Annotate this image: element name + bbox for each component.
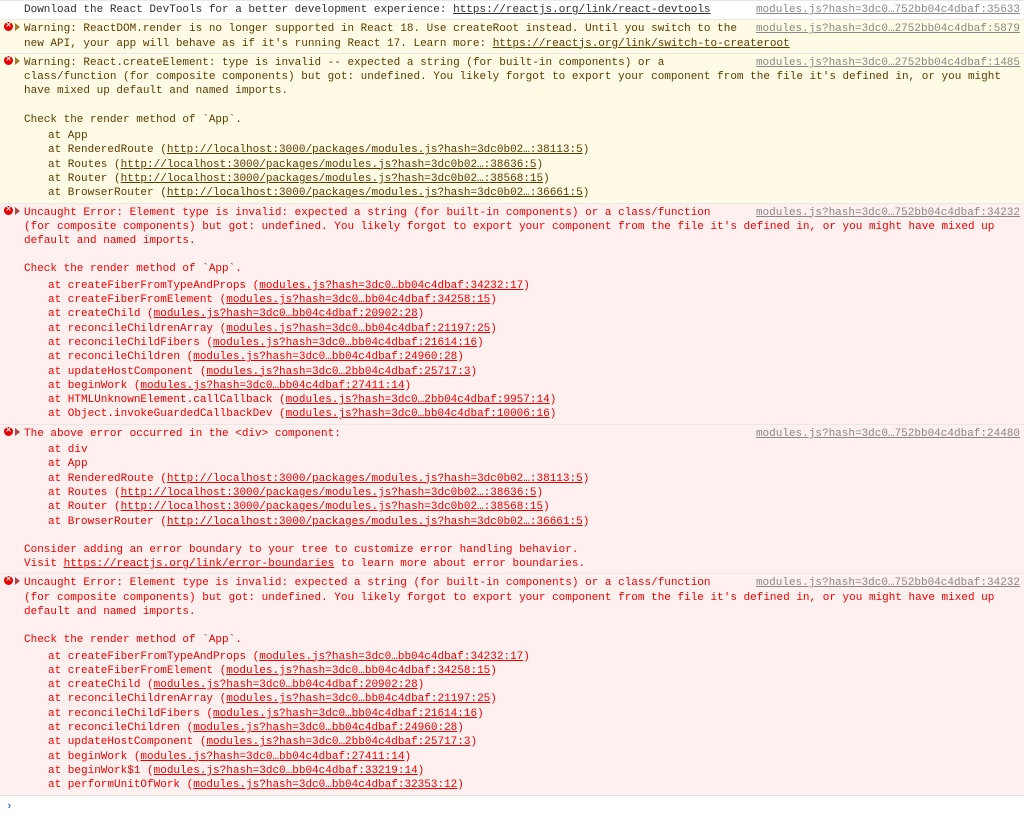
error-icon xyxy=(4,206,13,215)
stack-frame: at App xyxy=(48,129,1020,143)
stack-link[interactable]: modules.js?hash=3dc0…bb04c4dbaf:34232:17 xyxy=(259,651,523,663)
stack-frame: at createFiberFromElement (modules.js?ha… xyxy=(48,293,1020,307)
stack-link[interactable]: modules.js?hash=3dc0…bb04c4dbaf:21197:25 xyxy=(226,693,490,705)
disclosure-triangle-icon[interactable] xyxy=(15,57,20,65)
source-link[interactable]: modules.js?hash=3dc0…752bb04c4dbaf:35633 xyxy=(756,3,1020,17)
stack-link[interactable]: http://localhost:3000/packages/modules.j… xyxy=(121,173,543,185)
stack-frame: at Routes (http://localhost:3000/package… xyxy=(48,158,1020,172)
stack-trace: at divat Appat RenderedRoute (http://loc… xyxy=(24,443,1020,529)
stack-trace: at Appat RenderedRoute (http://localhost… xyxy=(24,129,1020,200)
source-link[interactable]: modules.js?hash=3dc0…752bb04c4dbaf:34232 xyxy=(756,206,1020,220)
stack-frame: at createFiberFromTypeAndProps (modules.… xyxy=(48,279,1020,293)
log-message-detail: Check the render method of `App`. xyxy=(24,633,1020,647)
stack-frame: at reconcileChildren (modules.js?hash=3d… xyxy=(48,721,1020,735)
disclosure-triangle-icon[interactable] xyxy=(15,23,20,31)
log-message-detail: Check the render method of `App`. xyxy=(24,262,1020,276)
stack-frame: at performUnitOfWork (modules.js?hash=3d… xyxy=(48,778,1020,792)
stack-frame: at RenderedRoute (http://localhost:3000/… xyxy=(48,143,1020,157)
source-link[interactable]: modules.js?hash=3dc0…752bb04c4dbaf:24480 xyxy=(756,427,1020,441)
console-prompt[interactable]: › xyxy=(0,795,1024,818)
stack-frame: at RenderedRoute (http://localhost:3000/… xyxy=(48,472,1020,486)
stack-link[interactable]: modules.js?hash=3dc0…bb04c4dbaf:24960:28 xyxy=(193,722,457,734)
stack-link[interactable]: modules.js?hash=3dc0…bb04c4dbaf:34258:15 xyxy=(226,665,490,677)
stack-frame: at reconcileChildFibers (modules.js?hash… xyxy=(48,336,1020,350)
stack-frame: at App xyxy=(48,457,1020,471)
disclosure-triangle-icon[interactable] xyxy=(15,428,20,436)
prompt-chevron-icon: › xyxy=(6,801,13,813)
stack-frame: at Router (http://localhost:3000/package… xyxy=(48,172,1020,186)
error-icon xyxy=(4,576,13,585)
stack-trace: at createFiberFromTypeAndProps (modules.… xyxy=(24,650,1020,793)
stack-frame: at BrowserRouter (http://localhost:3000/… xyxy=(48,186,1020,200)
console-row: modules.js?hash=3dc0…752bb04c4dbaf:34232… xyxy=(0,573,1024,794)
stack-frame: at beginWork (modules.js?hash=3dc0…bb04c… xyxy=(48,379,1020,393)
stack-frame: at beginWork$1 (modules.js?hash=3dc0…bb0… xyxy=(48,764,1020,778)
stack-link[interactable]: modules.js?hash=3dc0…bb04c4dbaf:34258:15 xyxy=(226,294,490,306)
stack-frame: at createFiberFromTypeAndProps (modules.… xyxy=(48,650,1020,664)
stack-link[interactable]: modules.js?hash=3dc0…bb04c4dbaf:21614:16 xyxy=(213,708,477,720)
log-message: Download the React DevTools for a better… xyxy=(24,4,711,16)
stack-link[interactable]: modules.js?hash=3dc0…bb04c4dbaf:21614:16 xyxy=(213,337,477,349)
stack-frame: at reconcileChildrenArray (modules.js?ha… xyxy=(48,322,1020,336)
log-message: Warning: ReactDOM.render is no longer su… xyxy=(24,23,790,49)
stack-link[interactable]: modules.js?hash=3dc0…bb04c4dbaf:20902:28 xyxy=(154,679,418,691)
stack-frame: at HTMLUnknownElement.callCallback (modu… xyxy=(48,393,1020,407)
console-row: modules.js?hash=3dc0…752bb04c4dbaf:35633… xyxy=(0,0,1024,19)
stack-link[interactable]: modules.js?hash=3dc0…bb04c4dbaf:10006:16 xyxy=(286,408,550,420)
inline-link[interactable]: https://reactjs.org/link/error-boundarie… xyxy=(64,558,335,570)
warning-icon xyxy=(4,22,13,31)
stack-link[interactable]: http://localhost:3000/packages/modules.j… xyxy=(121,487,537,499)
stack-frame: at reconcileChildrenArray (modules.js?ha… xyxy=(48,692,1020,706)
stack-frame: at createChild (modules.js?hash=3dc0…bb0… xyxy=(48,307,1020,321)
stack-link[interactable]: http://localhost:3000/packages/modules.j… xyxy=(167,473,583,485)
stack-link[interactable]: modules.js?hash=3dc0…bb04c4dbaf:20902:28 xyxy=(154,308,418,320)
disclosure-triangle-icon[interactable] xyxy=(15,577,20,585)
stack-link[interactable]: modules.js?hash=3dc0…bb04c4dbaf:33219:14 xyxy=(154,765,418,777)
console-row: modules.js?hash=3dc0…752bb04c4dbaf:24480… xyxy=(0,424,1024,574)
log-message: The above error occurred in the <div> co… xyxy=(24,428,341,440)
stack-link[interactable]: modules.js?hash=3dc0…bb04c4dbaf:24960:28 xyxy=(193,351,457,363)
stack-frame: at div xyxy=(48,443,1020,457)
source-link[interactable]: modules.js?hash=3dc0…2752bb04c4dbaf:5879 xyxy=(756,22,1020,36)
inline-link[interactable]: https://reactjs.org/link/switch-to-creat… xyxy=(493,38,790,50)
console-row: modules.js?hash=3dc0…2752bb04c4dbaf:5879… xyxy=(0,19,1024,53)
stack-frame: at createChild (modules.js?hash=3dc0…bb0… xyxy=(48,678,1020,692)
stack-link[interactable]: modules.js?hash=3dc0…2bb04c4dbaf:25717:3 xyxy=(206,736,470,748)
stack-frame: at Routes (http://localhost:3000/package… xyxy=(48,486,1020,500)
log-message-detail: Check the render method of `App`. xyxy=(24,113,1020,127)
stack-link[interactable]: modules.js?hash=3dc0…2bb04c4dbaf:25717:3 xyxy=(206,366,470,378)
log-message-trailer: Consider adding an error boundary to you… xyxy=(24,543,1020,572)
source-link[interactable]: modules.js?hash=3dc0…752bb04c4dbaf:34232 xyxy=(756,576,1020,590)
stack-link[interactable]: modules.js?hash=3dc0…bb04c4dbaf:34232:17 xyxy=(259,280,523,292)
stack-link[interactable]: http://localhost:3000/packages/modules.j… xyxy=(167,516,583,528)
stack-frame: at Router (http://localhost:3000/package… xyxy=(48,500,1020,514)
stack-link[interactable]: modules.js?hash=3dc0…bb04c4dbaf:21197:25 xyxy=(226,323,490,335)
stack-link[interactable]: http://localhost:3000/packages/modules.j… xyxy=(167,187,583,199)
stack-link[interactable]: http://localhost:3000/packages/modules.j… xyxy=(121,501,543,513)
console-row: modules.js?hash=3dc0…2752bb04c4dbaf:1485… xyxy=(0,53,1024,203)
stack-frame: at beginWork (modules.js?hash=3dc0…bb04c… xyxy=(48,750,1020,764)
stack-frame: at reconcileChildren (modules.js?hash=3d… xyxy=(48,350,1020,364)
stack-link[interactable]: modules.js?hash=3dc0…bb04c4dbaf:27411:14 xyxy=(140,751,404,763)
inline-link[interactable]: https://reactjs.org/link/react-devtools xyxy=(453,4,710,16)
error-icon xyxy=(4,427,13,436)
stack-link[interactable]: modules.js?hash=3dc0…bb04c4dbaf:32353:12 xyxy=(193,779,457,791)
stack-frame: at updateHostComponent (modules.js?hash=… xyxy=(48,365,1020,379)
stack-frame: at Object.invokeGuardedCallbackDev (modu… xyxy=(48,407,1020,421)
stack-link[interactable]: modules.js?hash=3dc0…bb04c4dbaf:27411:14 xyxy=(140,380,404,392)
source-link[interactable]: modules.js?hash=3dc0…2752bb04c4dbaf:1485 xyxy=(756,56,1020,70)
stack-link[interactable]: http://localhost:3000/packages/modules.j… xyxy=(167,144,583,156)
stack-link[interactable]: http://localhost:3000/packages/modules.j… xyxy=(121,159,537,171)
stack-frame: at reconcileChildFibers (modules.js?hash… xyxy=(48,707,1020,721)
console-output: modules.js?hash=3dc0…752bb04c4dbaf:35633… xyxy=(0,0,1024,795)
stack-frame: at updateHostComponent (modules.js?hash=… xyxy=(48,735,1020,749)
stack-link[interactable]: modules.js?hash=3dc0…2bb04c4dbaf:9957:14 xyxy=(286,394,550,406)
stack-frame: at BrowserRouter (http://localhost:3000/… xyxy=(48,515,1020,529)
stack-frame: at createFiberFromElement (modules.js?ha… xyxy=(48,664,1020,678)
stack-trace: at createFiberFromTypeAndProps (modules.… xyxy=(24,279,1020,422)
console-row: modules.js?hash=3dc0…752bb04c4dbaf:34232… xyxy=(0,203,1024,424)
disclosure-triangle-icon[interactable] xyxy=(15,207,20,215)
warning-icon xyxy=(4,56,13,65)
